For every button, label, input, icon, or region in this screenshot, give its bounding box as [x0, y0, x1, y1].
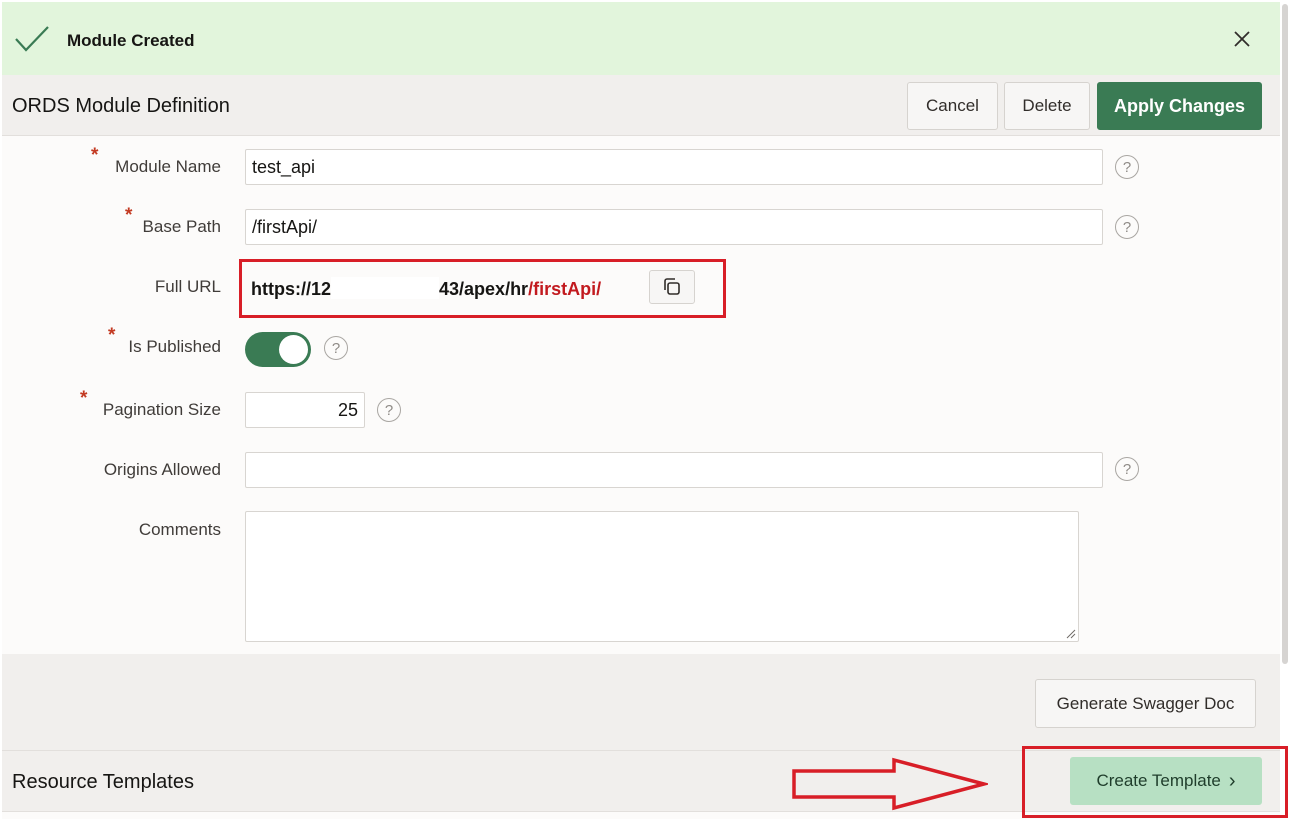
close-icon[interactable]	[1232, 29, 1252, 49]
comments-label: Comments	[138, 520, 221, 539]
module-name-label: Module Name	[115, 157, 221, 176]
full-url-suffix: /firstApi/	[528, 279, 602, 299]
base-path-help-icon[interactable]: ?	[1115, 215, 1139, 239]
pagination-size-help-icon[interactable]: ?	[377, 398, 401, 422]
is-published-help-icon[interactable]: ?	[324, 336, 348, 360]
full-url-value: https://12 43/apex/hr/firstApi/	[251, 277, 601, 300]
module-name-help-icon[interactable]: ?	[1115, 155, 1139, 179]
toggle-knob	[279, 335, 308, 364]
full-url-prefix: https://12	[251, 279, 332, 299]
delete-button[interactable]: Delete	[1004, 82, 1090, 130]
create-template-highlight	[1022, 746, 1288, 818]
full-url-middle: 43/apex/hr	[439, 279, 529, 299]
pagination-size-input[interactable]: 25	[245, 392, 365, 428]
generate-swagger-doc-button[interactable]: Generate Swagger Doc	[1035, 679, 1256, 728]
success-banner: Module Created	[2, 2, 1280, 75]
cancel-button[interactable]: Cancel	[907, 82, 998, 130]
redaction-mask	[331, 277, 440, 299]
annotation-arrow-icon	[792, 757, 988, 811]
required-marker: *	[125, 205, 133, 226]
region-title: ORDS Module Definition	[12, 95, 230, 117]
origins-allowed-input[interactable]	[245, 452, 1103, 488]
banner-message: Module Created	[67, 31, 195, 50]
origins-allowed-label: Origins Allowed	[103, 460, 221, 479]
copy-url-button[interactable]	[649, 270, 695, 304]
required-marker: *	[80, 388, 88, 409]
scrollbar-thumb[interactable]	[1282, 4, 1288, 664]
apply-changes-button[interactable]: Apply Changes	[1097, 82, 1262, 130]
resize-grip-icon[interactable]	[1066, 629, 1076, 639]
full-url-label: Full URL	[154, 277, 221, 296]
module-name-input[interactable]: test_api	[245, 149, 1103, 185]
base-path-input[interactable]: /firstApi/	[245, 209, 1103, 245]
comments-textarea[interactable]	[245, 511, 1079, 642]
origins-allowed-help-icon[interactable]: ?	[1115, 457, 1139, 481]
copy-icon	[664, 278, 680, 295]
is-published-label: Is Published	[128, 337, 221, 356]
is-published-toggle[interactable]	[245, 332, 311, 367]
required-marker: *	[91, 145, 99, 166]
required-marker: *	[108, 325, 116, 346]
base-path-label: Base Path	[142, 217, 221, 236]
check-icon	[15, 26, 49, 52]
pagination-size-label: Pagination Size	[102, 400, 221, 419]
resource-templates-title: Resource Templates	[12, 771, 194, 793]
